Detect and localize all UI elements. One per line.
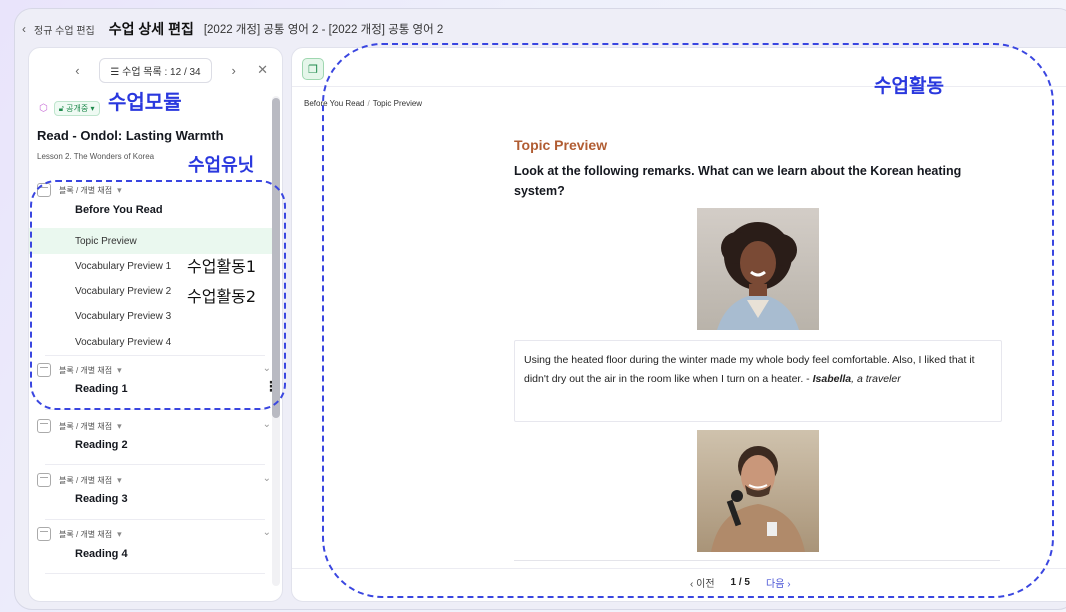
prev-lesson-button[interactable]: ‹ xyxy=(67,63,87,78)
book-icon[interactable]: ❐ xyxy=(302,58,324,80)
chevron-down-icon[interactable]: ⌄ xyxy=(263,473,271,484)
chevron-down-icon[interactable]: ⌄ xyxy=(263,419,271,430)
unit-icon xyxy=(37,419,51,433)
caret-down-icon: ▾ xyxy=(117,528,122,539)
status-badge[interactable]: 🔓︎ 공개중 ▾ xyxy=(53,101,100,116)
breadcrumb-parent[interactable]: 정규 수업 편집 xyxy=(34,22,95,37)
activity2-annotation-label: 수업활동2 xyxy=(187,287,257,306)
unit-type-selector[interactable]: 블록 / 개별 채점 ▾ xyxy=(37,419,122,433)
next-lesson-button[interactable]: › xyxy=(224,63,244,78)
module-icon: ⬡ xyxy=(39,103,48,114)
module-annotation-label: 수업모듈 xyxy=(108,90,182,114)
lesson-list-button[interactable]: ☰ 수업 목록 : 12 / 34 xyxy=(99,57,212,83)
unit-type-selector[interactable]: 블록 / 개별 채점 ▾ xyxy=(37,527,122,541)
caret-down-icon: ▾ xyxy=(117,420,122,431)
lock-icon: 🔓︎ xyxy=(58,104,64,113)
lesson-pager: ‹ ☰ 수업 목록 : 12 / 34 › ✕ xyxy=(29,57,282,83)
unit-type-selector[interactable]: 블록 / 개별 채점 ▾ xyxy=(37,473,122,487)
unit-title[interactable]: Reading 3 xyxy=(75,493,128,505)
module-subtitle: Lesson 2. The Wonders of Korea xyxy=(37,152,155,161)
divider xyxy=(45,573,265,574)
course-name: [2022 개정] 공통 영어 2 - [2022 개정] 공통 영어 2 xyxy=(203,24,444,36)
page-title: 수업 상세 편집 xyxy=(108,21,194,37)
unit-type-label: 블록 / 개별 채점 xyxy=(59,475,113,485)
activity-annotation-outline xyxy=(322,43,1054,598)
unit-icon xyxy=(37,527,51,541)
chevron-down-icon[interactable]: ⌄ xyxy=(263,527,271,538)
caret-down-icon: ▾ xyxy=(117,474,122,485)
unit-type-label: 블록 / 개별 채점 xyxy=(59,529,113,539)
chevron-left-icon[interactable]: ‹ xyxy=(22,22,26,36)
divider xyxy=(45,519,265,520)
divider xyxy=(45,464,265,465)
unit-title[interactable]: Reading 2 xyxy=(75,439,128,451)
module-title: Read - Ondol: Lasting Warmth xyxy=(37,128,224,143)
lesson-list-label: 수업 목록 : 12 / 34 xyxy=(122,66,201,78)
status-badge-label: 공개중 xyxy=(66,104,89,113)
module-status-row: ⬡ 🔓︎ 공개중 ▾ xyxy=(39,101,100,116)
unit-icon xyxy=(37,473,51,487)
unit-type-label: 블록 / 개별 채점 xyxy=(59,421,113,431)
unit-annotation-label: 수업유닛 xyxy=(188,155,255,176)
topbar: ‹ 정규 수업 편집 수업 상세 편집 [2022 개정] 공통 영어 2 - … xyxy=(22,18,443,40)
close-icon[interactable]: ✕ xyxy=(257,62,268,78)
activity1-annotation-label: 수업활동1 xyxy=(187,257,257,276)
list-icon: ☰ xyxy=(110,66,120,78)
activity-annotation-label: 수업활동 xyxy=(874,75,944,97)
unit-title[interactable]: Reading 4 xyxy=(75,548,128,560)
